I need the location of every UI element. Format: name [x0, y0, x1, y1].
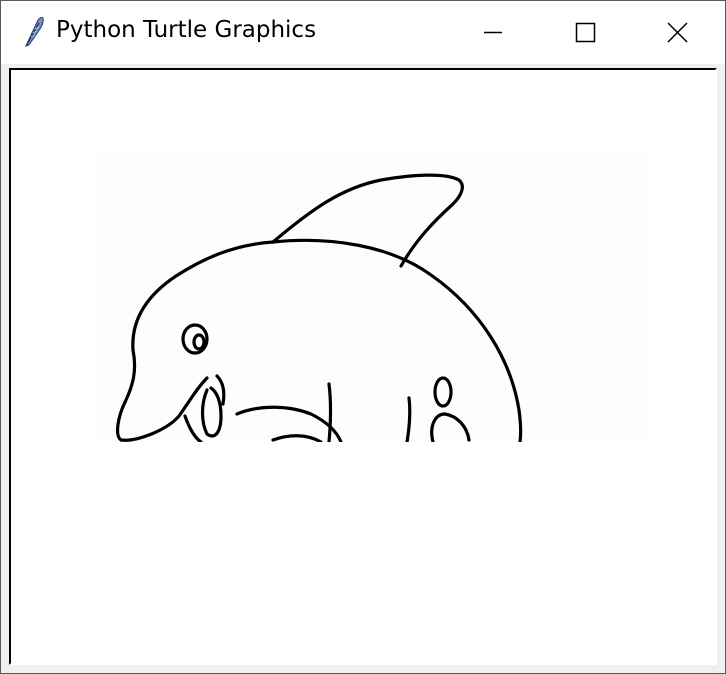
turtle-canvas[interactable]: [9, 68, 717, 665]
dolphin-drawing: [95, 156, 655, 662]
maximize-icon: [575, 22, 596, 43]
drawing-cutoff: [95, 442, 655, 662]
close-icon: [667, 22, 688, 43]
window-title: Python Turtle Graphics: [56, 17, 317, 43]
minimize-button[interactable]: [447, 1, 539, 64]
minimize-icon: [484, 31, 502, 34]
close-button[interactable]: [631, 1, 723, 64]
drawing-backdrop: [95, 156, 650, 442]
turtle-window: Python Turtle Graphics: [0, 0, 726, 674]
title-bar[interactable]: Python Turtle Graphics: [1, 1, 725, 64]
belly-crease: [327, 382, 333, 444]
window-client-area: [9, 68, 717, 665]
feather-icon[interactable]: [23, 15, 45, 49]
maximize-button[interactable]: [539, 1, 631, 64]
